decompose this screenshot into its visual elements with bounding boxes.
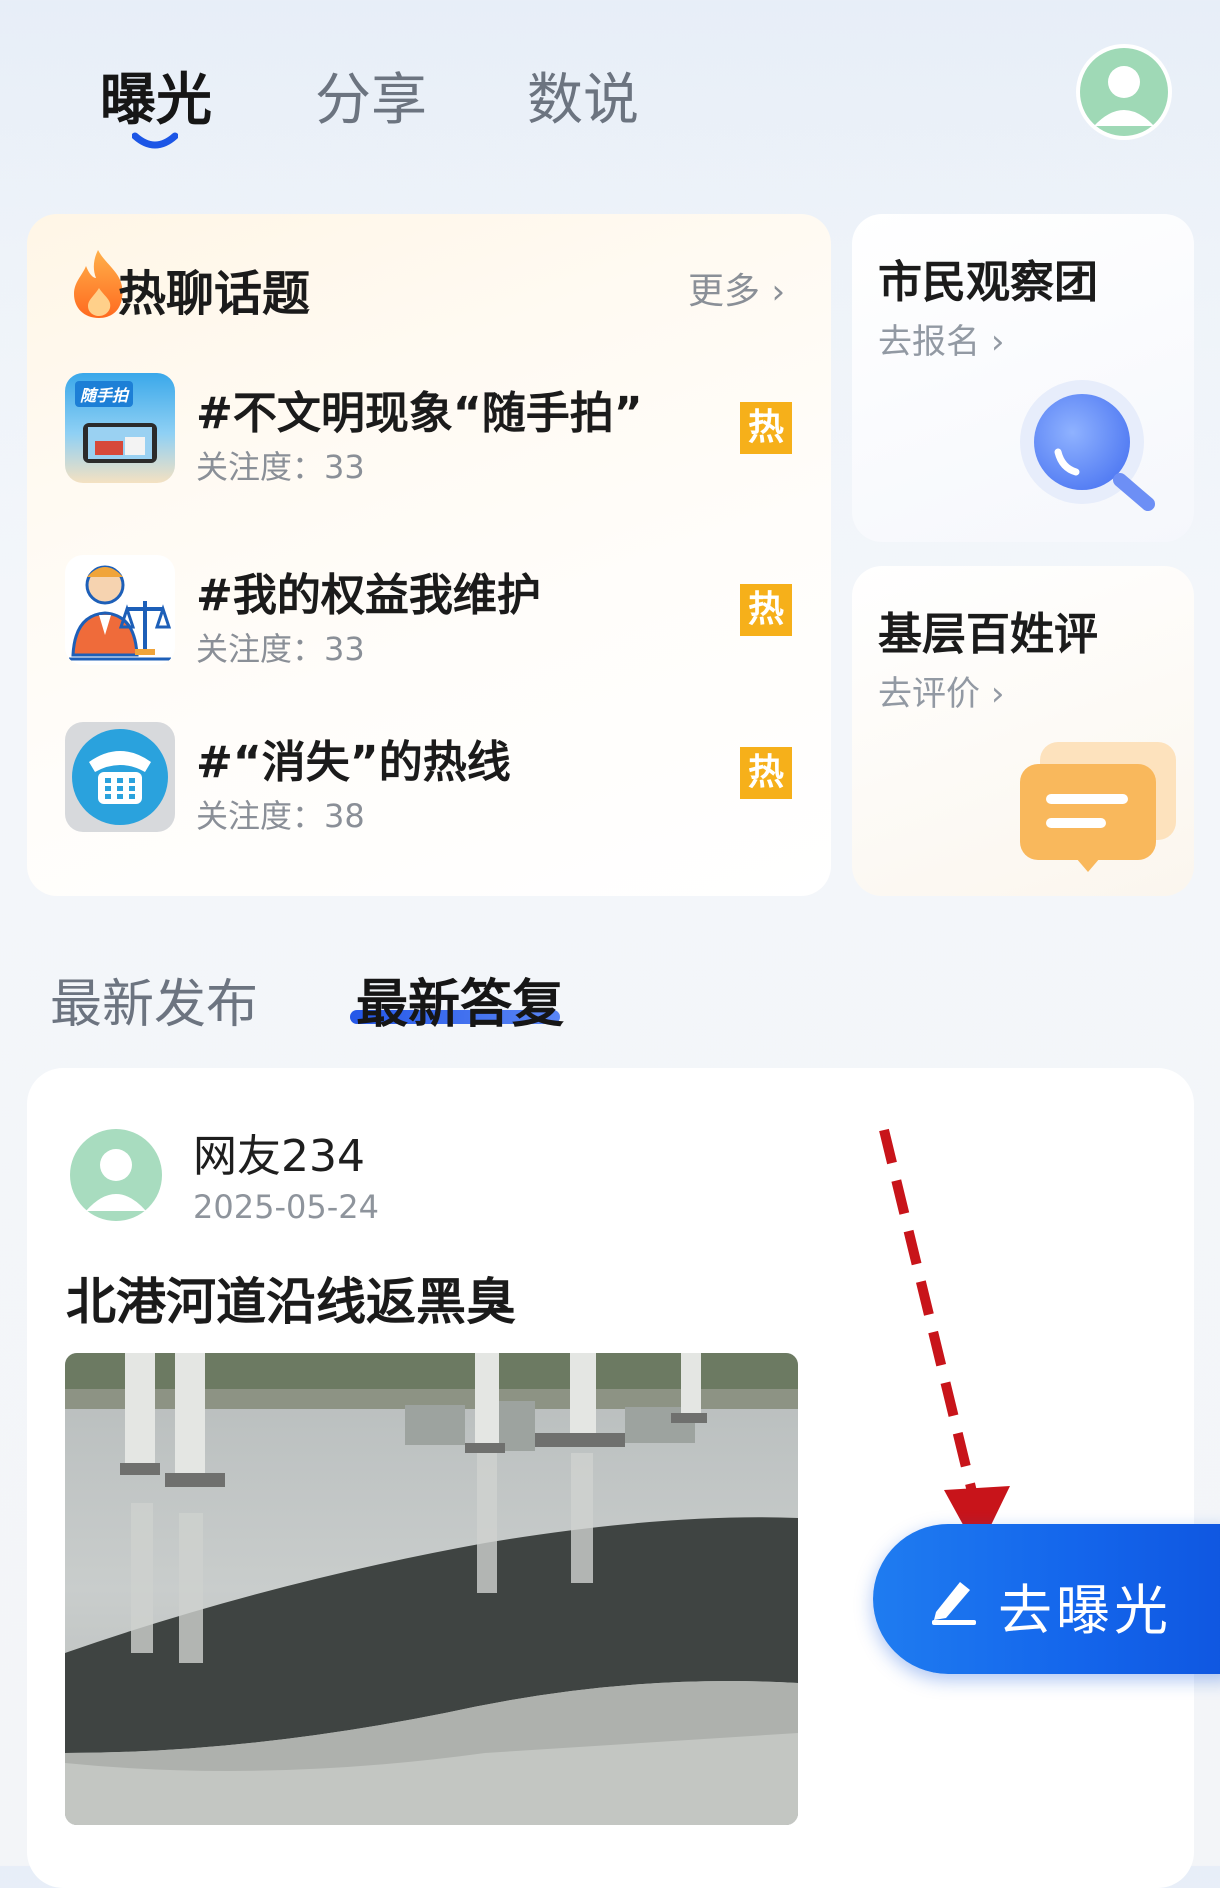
river-photo — [65, 1353, 798, 1825]
hot-badge: 热 — [740, 747, 792, 799]
post-date: 2025-05-24 — [193, 1188, 379, 1226]
edit-pen-icon — [932, 1582, 976, 1625]
hot-topics-title: 热聊话题 — [118, 266, 311, 322]
chevron-right-icon: › — [990, 674, 1005, 714]
chevron-right-icon: › — [771, 272, 786, 312]
chat-bubble-icon — [1020, 742, 1176, 872]
review-link[interactable]: 去评价 › — [878, 666, 1004, 715]
topic-title[interactable]: #“消失”的热线 — [196, 726, 511, 790]
tab-exposure[interactable]: 曝光 — [100, 55, 212, 136]
side-card-title: 基层百姓评 — [878, 609, 1098, 660]
topic-thumbnail[interactable] — [65, 555, 175, 665]
topic-thumbnail[interactable]: 随手拍 — [65, 373, 175, 483]
poster-avatar[interactable] — [68, 1127, 164, 1223]
phone-camera-icon — [83, 423, 157, 463]
annotation-arrow-icon — [879, 1128, 1010, 1552]
topic-title[interactable]: #不文明现象“随手拍” — [196, 377, 643, 441]
post-username: 网友234 — [193, 1131, 365, 1182]
user-avatar-icon — [70, 1129, 162, 1221]
topic-followers: 关注度：33 — [196, 448, 365, 486]
user-avatar-icon — [1080, 48, 1168, 136]
tab-latest-published[interactable]: 最新发布 — [50, 962, 258, 1037]
side-card-title: 市民观察团 — [878, 257, 1098, 308]
hot-badge: 热 — [740, 584, 792, 636]
signup-label: 去报名 — [878, 322, 980, 362]
tab-latest-replies[interactable]: 最新答复 — [356, 962, 564, 1037]
more-link[interactable]: 更多 › — [688, 262, 785, 314]
topic-followers: 关注度：38 — [196, 797, 365, 835]
magnifier-icon — [1020, 380, 1155, 511]
post-title[interactable]: 北港河道沿线返黑臭 — [66, 1262, 516, 1334]
active-tab-indicator — [132, 132, 178, 149]
hot-badge: 热 — [740, 402, 792, 454]
topic-thumbnail[interactable] — [65, 722, 175, 832]
review-label: 去评价 — [878, 674, 980, 714]
telephone-icon — [72, 729, 168, 825]
go-expose-label: 去曝光 — [998, 1579, 1172, 1642]
chevron-right-icon: › — [990, 322, 1005, 362]
rights-justice-icon — [69, 565, 172, 661]
signup-link[interactable]: 去报名 › — [878, 314, 1004, 363]
tab-share[interactable]: 分享 — [315, 55, 427, 136]
topic-followers: 关注度：33 — [196, 630, 365, 668]
topic-title[interactable]: #我的权益我维护 — [196, 559, 541, 623]
tab-data-talk[interactable]: 数说 — [527, 55, 639, 136]
post-photo[interactable] — [65, 1353, 798, 1825]
user-avatar[interactable] — [1076, 44, 1172, 140]
more-label: 更多 — [688, 271, 761, 312]
